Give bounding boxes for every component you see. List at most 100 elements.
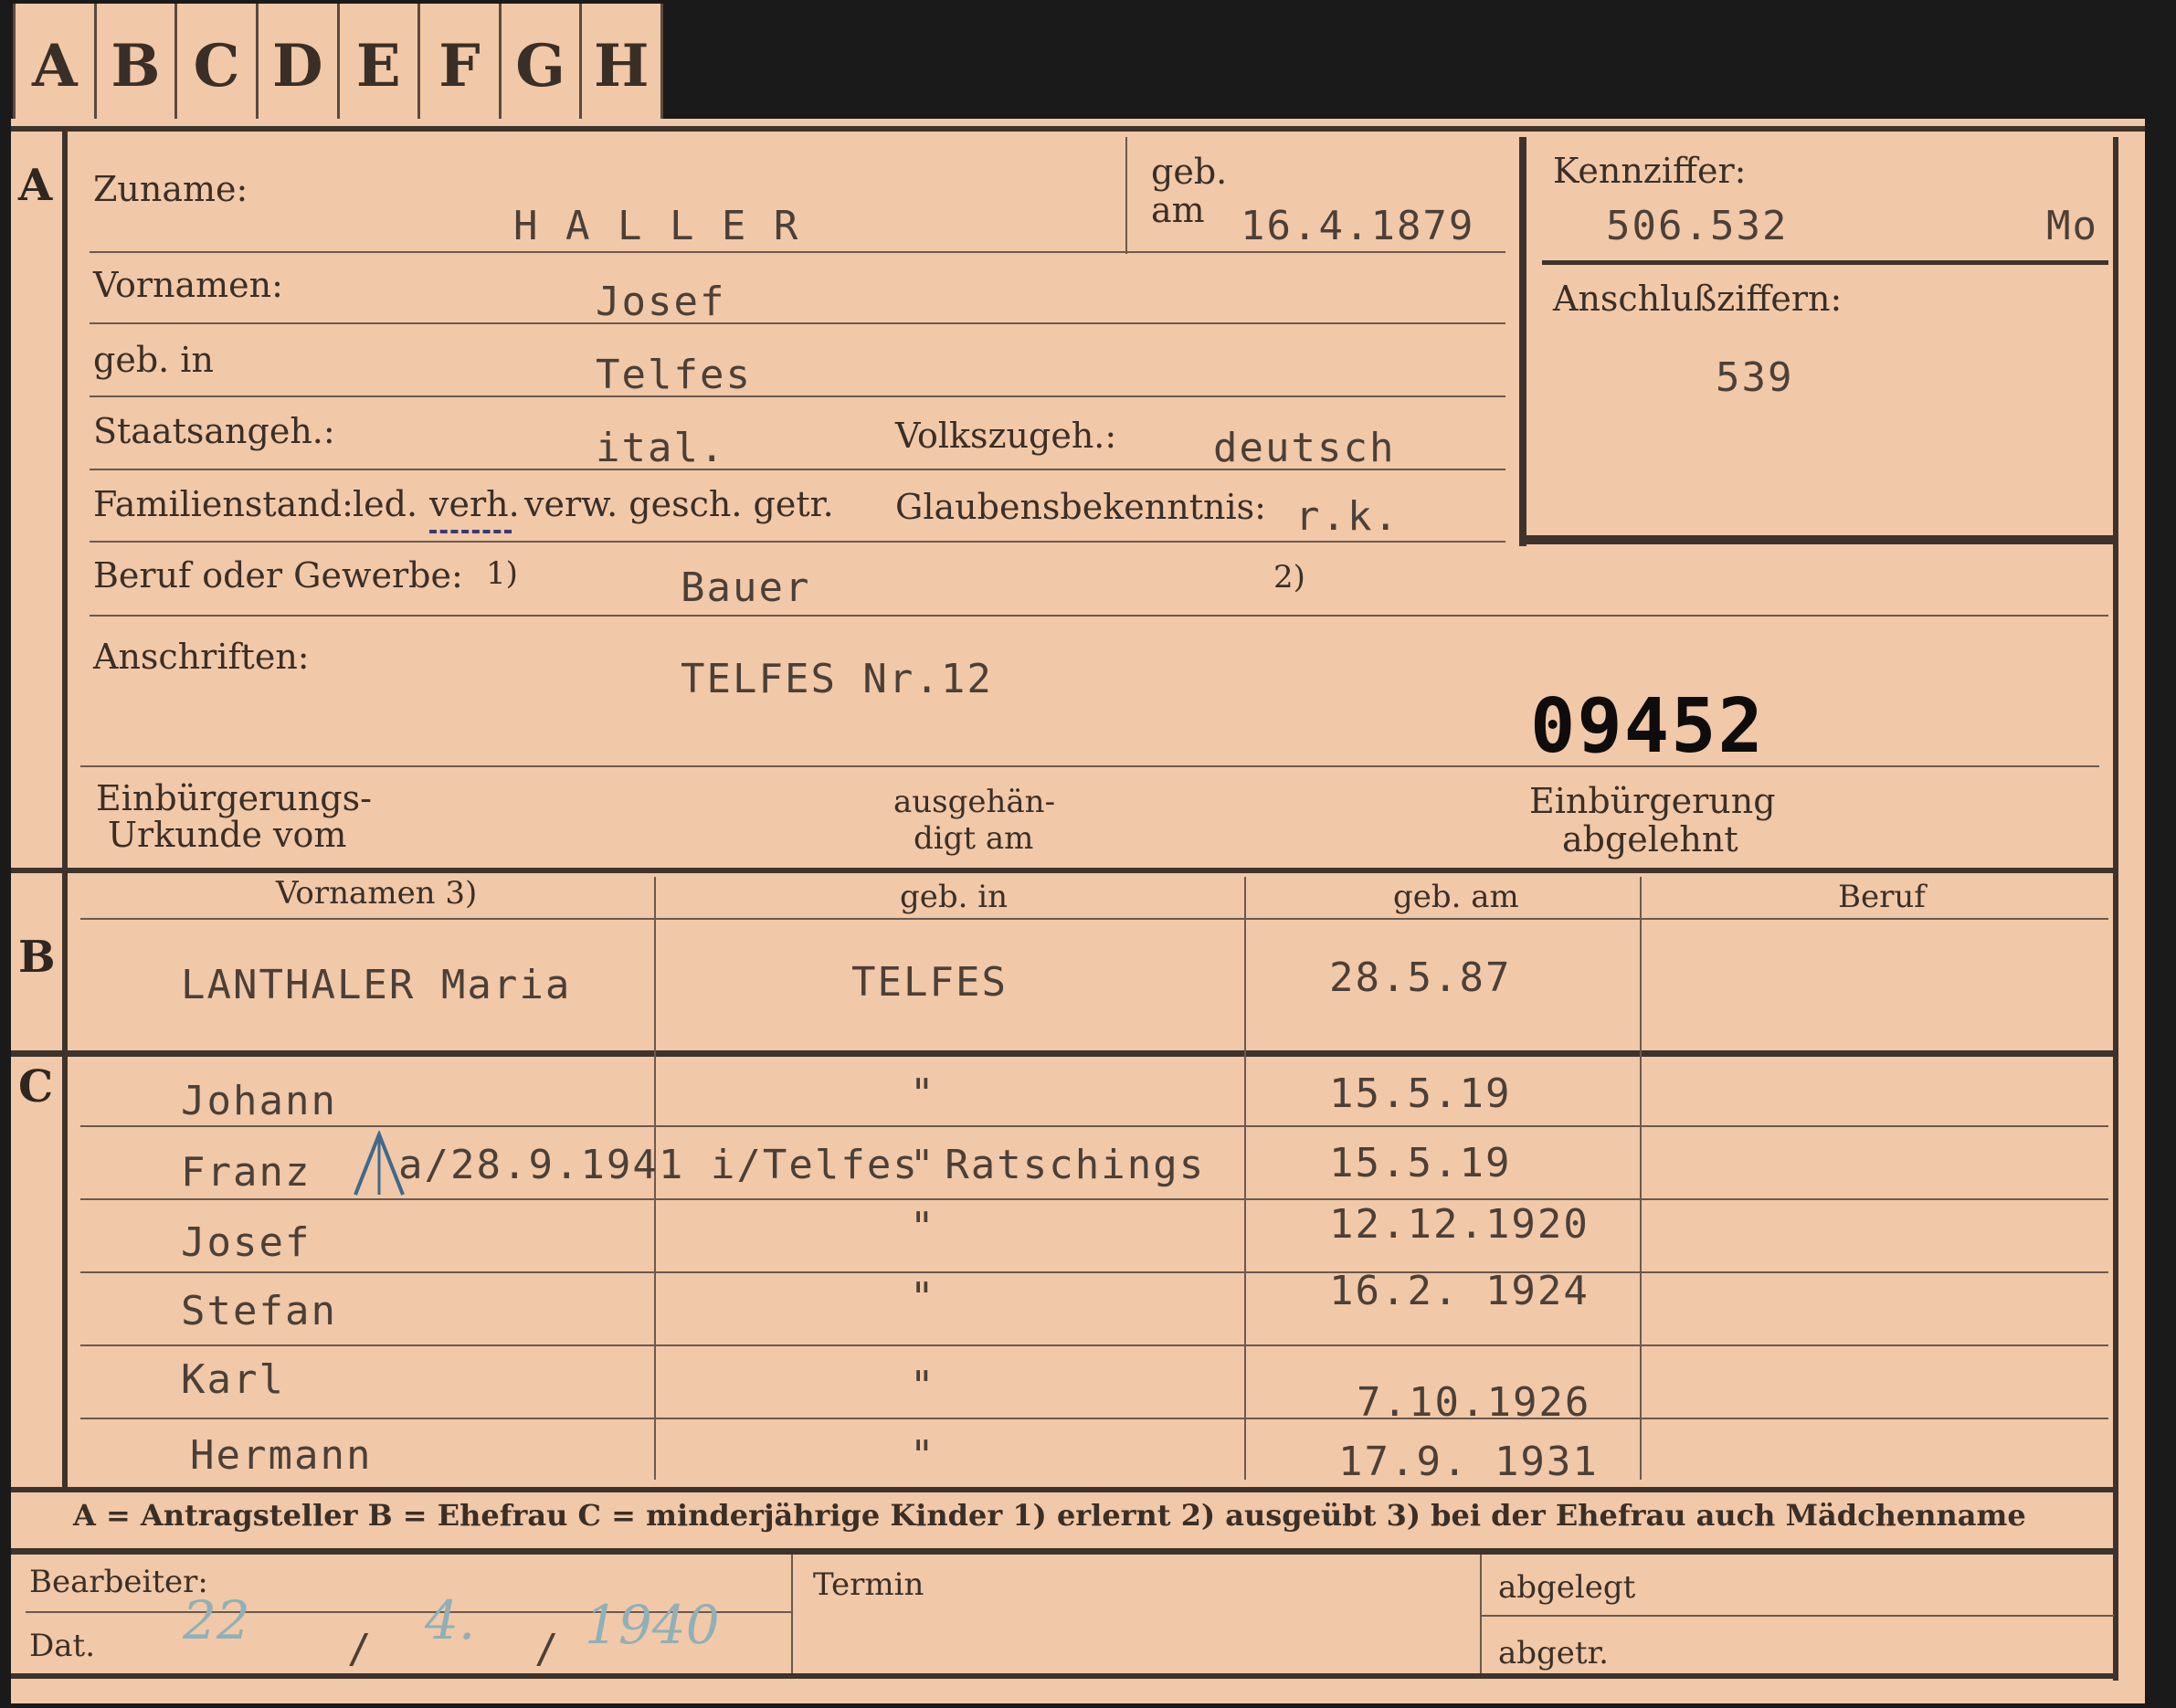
c-row-date: 15.5.19 [1329,1140,1512,1186]
c-row-name: Karl [181,1356,285,1403]
volks-value: deutsch [1213,425,1396,471]
kennziffer-box-bottom [1519,535,2113,544]
index-tab: B [97,4,178,128]
anschriften-underline [80,765,2099,767]
abgelegt-label: abgelegt [1498,1569,1636,1606]
c-row-name: Hermann [190,1432,373,1479]
volks-label: Volkszugeh.: [895,416,1117,456]
familien-label: Familienstand: [93,484,354,524]
glaubens-value: r.k. [1295,493,1400,540]
familien-verh: verh. [429,484,520,524]
index-tabs: A B C D E F G H [13,4,663,128]
staats-value: ital. [596,425,726,471]
b-header-beruf: Beruf [1838,879,1926,915]
legend: A = Antragsteller B = Ehefrau C = minder… [73,1498,2026,1533]
footer-divider-1 [791,1555,793,1673]
c-row-place: " [910,1204,936,1250]
vornamen-underline [90,322,1505,324]
b-row-date: 28.5.87 [1329,954,1512,1001]
c-row-place: " [910,1070,936,1117]
c-row-rule [80,1418,2108,1419]
index-tab: G [502,4,583,128]
b-header-rule [80,918,2108,920]
section-a-marker: A [18,160,53,211]
familien-led: led. [353,484,418,524]
verh-marker [429,530,512,533]
c-row-name: Stefan [181,1288,337,1334]
beruf-footnote-2: 2) [1273,559,1305,596]
einbuergerung-label-1: Einbürgerungs- [96,778,372,818]
beruf-value: Bauer [681,564,811,611]
abgelehnt-label-1: Einbürgerung [1529,781,1776,821]
zuname-label: Zuname: [93,169,248,209]
left-margin-rule [62,126,68,1487]
number-stamp: 09452 [1530,683,1765,770]
geb-divider [1125,137,1127,254]
kennziffer-suffix: Mo [2046,203,2098,249]
c-row-name: Franz [181,1149,312,1196]
handwritten-day: 22 [183,1589,250,1651]
geb-label-2: am [1151,190,1205,230]
footer-divider-2 [1480,1555,1482,1673]
anschluss-label: Anschlußziffern: [1553,279,1843,319]
beruf-footnote-1: 1) [486,555,518,592]
einbuergerung-label-2: Urkunde vom [108,815,347,855]
handwritten-year: 1940 [585,1594,720,1656]
gebin-value: Telfes [596,352,752,398]
kennziffer-value: 506.532 [1606,203,1789,249]
abgelehnt-label-2: abgelehnt [1562,819,1738,859]
anschluss-value: 539 [1716,354,1794,401]
index-tab: H [582,4,663,128]
familien-options: verw. gesch. getr. [524,484,834,524]
b-header-vornamen: Vornamen 3) [276,875,478,912]
date-slash: / [534,1626,559,1672]
date-slash: / [347,1626,372,1672]
ausgehaendigt-label-1: ausgehän- [893,784,1056,820]
index-tab: A [13,4,97,128]
section-a-bottom [11,868,2116,873]
right-border [2113,137,2118,1681]
staats-label: Staatsangeh.: [93,411,335,451]
section-c-bottom [11,1487,2116,1492]
abgelegt-underline [1482,1615,2114,1617]
staats-underline [90,469,1505,470]
kennziffer-rule [1542,260,2108,265]
abgetr-label: abgetr. [1498,1635,1609,1671]
c-row-date: 16.2. 1924 [1329,1268,1590,1314]
section-b-bottom [11,1050,2116,1057]
section-b-marker: B [18,932,56,983]
c-row-place: " [910,1432,936,1479]
glaubens-label: Glaubensbekenntnis: [895,487,1266,527]
legend-bottom [11,1548,2116,1555]
b-row-name: LANTHALER Maria [181,962,572,1008]
index-tab: F [420,4,502,128]
kennziffer-box-left [1519,137,1526,546]
zuname-value: H A L L E R [513,203,800,249]
gebin-underline [90,395,1505,397]
c-row-name: Johann [181,1078,337,1124]
geb-label-1: geb. [1151,152,1228,192]
card-top-border [11,126,2145,132]
c-row-date: 12.12.1920 [1329,1201,1590,1248]
card-bottom [11,1673,2116,1679]
b-header-gebin: geb. in [900,879,1009,915]
vornamen-label: Vornamen: [93,265,283,305]
beruf-underline [90,615,2108,617]
c-row-place: " [910,1274,936,1321]
geb-value: 16.4.1879 [1241,203,1475,249]
kennziffer-label: Kennziffer: [1553,151,1747,191]
c-row-rule [80,1125,2108,1127]
handwritten-month: 4. [425,1589,476,1651]
section-c-marker: C [18,1061,54,1112]
col-divider-3 [1640,877,1642,1480]
zuname-underline [90,251,1505,253]
familien-underline [90,541,1505,543]
b-row-place: TELFES [851,959,1008,1006]
index-tab: C [177,4,259,128]
index-tab: D [259,4,340,128]
c-row-place: " [910,1363,936,1409]
c-row-rule [80,1271,2108,1273]
anschriften-label: Anschriften: [93,637,310,677]
c-row-date: 17.9. 1931 [1338,1439,1599,1485]
beruf-label: Beruf oder Gewerbe: [93,555,463,596]
